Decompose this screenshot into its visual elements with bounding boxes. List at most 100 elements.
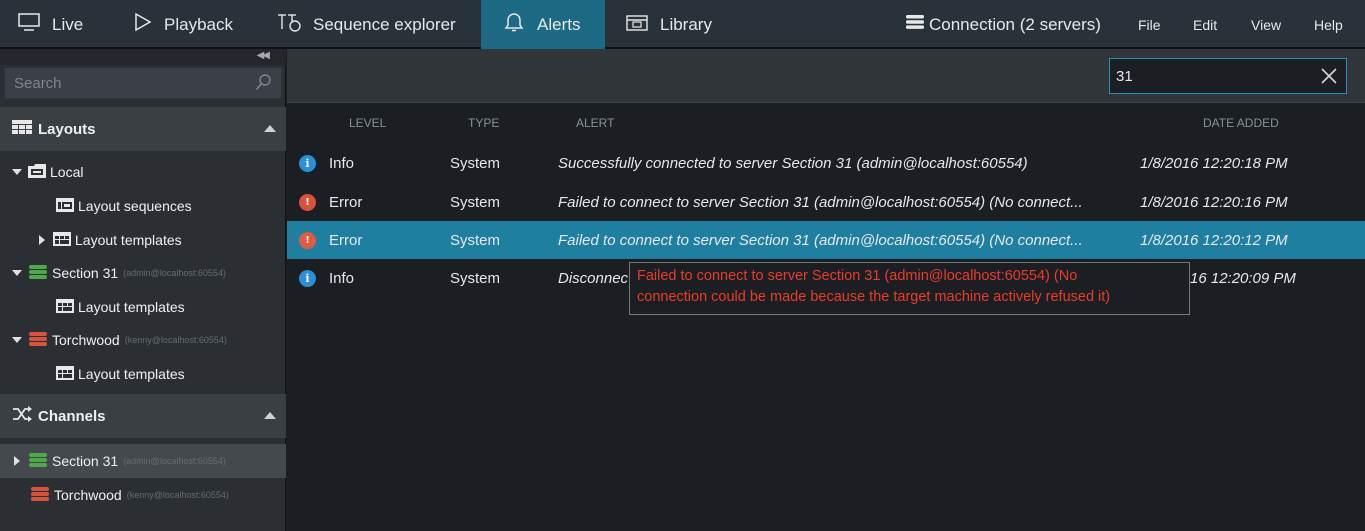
alerts-filter xyxy=(1109,58,1347,94)
library-icon xyxy=(626,12,648,37)
menu-view[interactable]: View xyxy=(1251,0,1281,49)
alert-date: 1/8/2016 12:20:12 PM xyxy=(1140,231,1288,249)
expand-arrow-icon[interactable] xyxy=(12,270,22,276)
expand-arrow-icon[interactable] xyxy=(14,456,20,466)
column-header-type[interactable]: Type xyxy=(468,103,499,143)
layouts-header-label: Layouts xyxy=(38,120,96,138)
nav-live[interactable]: Live xyxy=(18,0,83,49)
sequence-icon xyxy=(277,12,303,37)
tree-item-layout-templates-local[interactable]: Layout templates xyxy=(0,223,286,257)
column-header-date-added[interactable]: Date added xyxy=(1203,103,1279,143)
expand-arrow-icon[interactable] xyxy=(12,169,22,175)
tree-item-section31-label: Section 31 xyxy=(52,265,119,281)
expand-arrow-icon[interactable] xyxy=(12,337,22,343)
close-icon[interactable] xyxy=(1320,67,1338,88)
layout-template-icon xyxy=(53,231,71,249)
play-icon xyxy=(134,12,152,37)
channels-header-label: Channels xyxy=(38,407,106,425)
sidebar-search xyxy=(4,67,282,99)
alerts-filter-input[interactable] xyxy=(1110,59,1310,93)
layout-grid-icon xyxy=(12,120,32,138)
alert-message: Failed to connect to server Section 31 (… xyxy=(558,231,1083,249)
nav-sequence-explorer-label: Sequence explorer xyxy=(313,14,456,34)
layout-template-icon xyxy=(56,365,74,383)
search-icon[interactable] xyxy=(255,74,271,95)
server-address: (kenny@localhost:60554) xyxy=(124,335,227,345)
error-icon: ! xyxy=(299,231,316,249)
tree-item-layout-templates-label: Layout templates xyxy=(75,232,182,248)
bell-icon xyxy=(503,12,525,37)
tree-item-local-label: Local xyxy=(50,164,84,180)
sidebar-collapse-strip: ◀◀ xyxy=(0,49,286,65)
nav-alerts[interactable]: Alerts xyxy=(481,0,605,49)
tree-item-torchwood-label: Torchwood xyxy=(52,332,120,348)
menu-help[interactable]: Help xyxy=(1314,0,1343,49)
alert-type: System xyxy=(450,231,501,249)
server-address: (kenny@localhost:60554) xyxy=(126,490,229,500)
server-address: (admin@localhost:60554) xyxy=(123,456,226,466)
server-stack-icon xyxy=(905,14,925,35)
nav-playback[interactable]: Playback xyxy=(134,0,233,49)
search-input[interactable] xyxy=(5,68,245,98)
alert-level: Error xyxy=(329,193,363,211)
top-navigation-bar: Live Playback Sequence explorer Alerts L… xyxy=(0,0,1365,49)
collapse-layouts-icon[interactable] xyxy=(264,125,276,132)
tree-item-torchwood[interactable]: Torchwood (kenny@localhost:60554) xyxy=(0,323,286,357)
nav-playback-label: Playback xyxy=(164,14,233,34)
server-red-icon xyxy=(28,331,48,350)
expand-arrow-icon[interactable] xyxy=(39,235,45,245)
alerts-filter-bar xyxy=(287,49,1365,103)
alert-type: System xyxy=(450,193,501,211)
nav-live-label: Live xyxy=(52,14,84,34)
channel-item-torchwood[interactable]: Torchwood (kenny@localhost:60554) xyxy=(0,478,286,512)
info-icon: i xyxy=(299,269,316,287)
server-address: (admin@localhost:60554) xyxy=(123,268,226,278)
server-red-icon xyxy=(30,486,50,505)
nav-sequence-explorer[interactable]: Sequence explorer xyxy=(277,0,456,49)
tree-item-layout-templates-label: Layout templates xyxy=(78,366,185,382)
alerts-panel: Level Type Alert Date added i Info Syste… xyxy=(287,49,1365,531)
alert-level: Info xyxy=(329,154,355,172)
layout-template-icon xyxy=(56,298,74,316)
alert-tooltip: Failed to connect to server Section 31 (… xyxy=(629,262,1190,315)
layout-sequence-icon xyxy=(56,197,74,215)
alert-date: 1/8/2016 12:20:18 PM xyxy=(1140,154,1288,172)
collapse-channels-icon[interactable] xyxy=(264,412,276,419)
tree-item-layout-templates-tw[interactable]: Layout templates xyxy=(0,357,286,391)
tooltip-line: Failed to connect to server Section 31 (… xyxy=(637,268,1078,284)
error-icon: ! xyxy=(299,193,316,211)
column-header-alert[interactable]: Alert xyxy=(576,103,614,143)
tree-item-section31[interactable]: Section 31 (admin@localhost:60554) xyxy=(0,256,286,290)
connection-status-label: Connection (2 servers) xyxy=(929,14,1101,34)
alert-message: Failed to connect to server Section 31 (… xyxy=(558,193,1083,211)
alert-row[interactable]: i Info System Successfully connected to … xyxy=(287,144,1365,182)
alert-message: Disconnec xyxy=(558,269,629,287)
tree-item-local[interactable]: Local xyxy=(0,155,286,189)
alert-message: Successfully connected to server Section… xyxy=(558,154,1028,172)
tooltip-line: connection could be made because the tar… xyxy=(637,289,1111,305)
collapse-sidebar-icon[interactable]: ◀◀ xyxy=(257,50,270,61)
alert-level: Error xyxy=(329,231,363,249)
server-green-icon xyxy=(28,264,48,283)
alert-row[interactable]: ! Error System Failed to connect to serv… xyxy=(287,183,1365,221)
menu-file[interactable]: File xyxy=(1138,0,1161,49)
connection-status[interactable]: Connection (2 servers) xyxy=(905,0,1101,49)
nav-alerts-label: Alerts xyxy=(537,14,581,34)
shuffle-icon xyxy=(12,406,32,426)
channel-item-section31-label: Section 31 xyxy=(52,453,119,469)
layouts-section-header[interactable]: Layouts xyxy=(0,107,286,151)
alert-date: 1/8/2016 12:20:16 PM xyxy=(1140,193,1288,211)
menu-edit[interactable]: Edit xyxy=(1193,0,1217,49)
server-green-icon xyxy=(28,452,48,471)
alert-row-selected[interactable]: ! Error System Failed to connect to serv… xyxy=(287,221,1365,259)
monitor-icon xyxy=(18,13,40,36)
alert-type: System xyxy=(450,154,501,172)
channel-item-torchwood-label: Torchwood xyxy=(54,487,122,503)
tree-item-layout-templates-s31[interactable]: Layout templates xyxy=(0,290,286,324)
channel-item-section31[interactable]: Section 31 (admin@localhost:60554) xyxy=(0,444,286,478)
column-header-level[interactable]: Level xyxy=(349,103,386,143)
tree-item-layout-sequences[interactable]: Layout sequences xyxy=(0,189,286,223)
alert-level: Info xyxy=(329,269,355,287)
nav-library[interactable]: Library xyxy=(626,0,712,49)
channels-section-header[interactable]: Channels xyxy=(0,394,286,438)
